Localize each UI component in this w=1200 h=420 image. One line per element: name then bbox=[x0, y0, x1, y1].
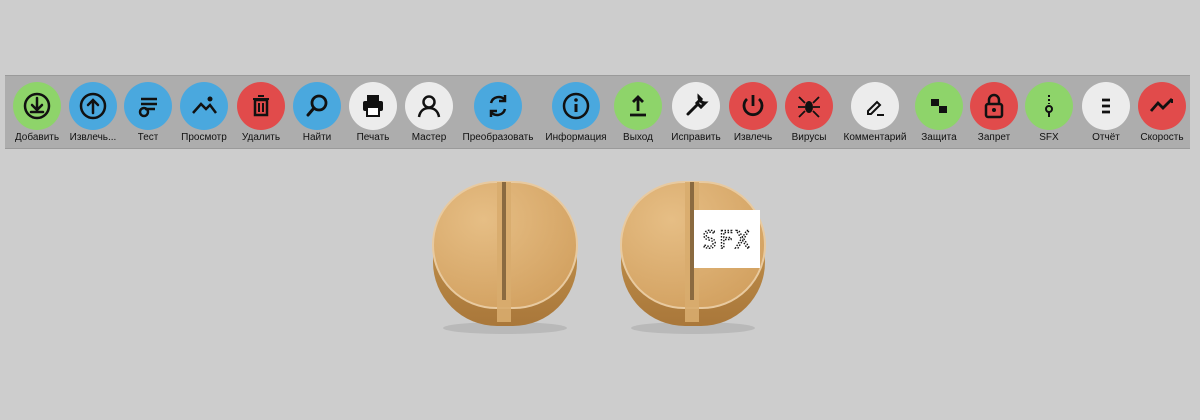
download-icon bbox=[13, 82, 61, 130]
lock-icon bbox=[970, 82, 1018, 130]
toolbar-button-label: Удалить bbox=[241, 132, 281, 143]
report-icon bbox=[1082, 82, 1130, 130]
toolbar-button-label: Выход bbox=[623, 132, 653, 143]
info-icon bbox=[552, 82, 600, 130]
toolbar-button-label: Просмотр bbox=[181, 132, 227, 143]
toolbar-button-label: Вирусы bbox=[791, 132, 827, 143]
pills-illustration: SFX bbox=[430, 178, 775, 334]
toolbar-button-label: Мастер bbox=[411, 132, 447, 143]
convert-icon bbox=[474, 82, 522, 130]
toolbar: Добавить Извлечь... Тест Просмотр Удалить Най… bbox=[5, 75, 1190, 149]
speed-icon bbox=[1138, 82, 1186, 130]
zip-icon bbox=[1025, 82, 1073, 130]
user-icon bbox=[405, 82, 453, 130]
spider-icon bbox=[785, 82, 833, 130]
exit-icon bbox=[614, 82, 662, 130]
toolbar-button-label: Извлечь... bbox=[69, 132, 117, 143]
sfx-sticker: SFX bbox=[694, 210, 760, 268]
power-icon bbox=[729, 82, 777, 130]
test-icon bbox=[124, 82, 172, 130]
toolbar-button-label: Запрет bbox=[977, 132, 1011, 143]
toolbar-button-label: Найти bbox=[302, 132, 332, 143]
sfx-sticker-label: SFX bbox=[702, 226, 751, 254]
toolbar-button-14[interactable]: Вирусы bbox=[772, 82, 846, 148]
upload-icon bbox=[69, 82, 117, 130]
toolbar-button-label: Защита bbox=[921, 132, 957, 143]
toolbar-button-label: Добавить bbox=[14, 132, 60, 143]
toolbar-button-label: Информация bbox=[545, 132, 607, 143]
shield-blocks-icon bbox=[915, 82, 963, 130]
printer-icon bbox=[349, 82, 397, 130]
toolbar-button-label: Комментарий bbox=[843, 132, 907, 143]
toolbar-button-label: Отчёт bbox=[1092, 132, 1120, 143]
pill-sfx-image: SFX bbox=[620, 181, 766, 334]
toolbar-button-9[interactable]: Преобразовать bbox=[461, 82, 535, 148]
toolbar-button-label: Преобразовать bbox=[462, 132, 534, 143]
toolbar-button-label: Извлечь bbox=[733, 132, 773, 143]
toolbar-button-20[interactable]: Скорость bbox=[1125, 82, 1199, 148]
trash-icon bbox=[237, 82, 285, 130]
toolbar-button-label: Печать bbox=[356, 132, 390, 143]
toolbar-button-15[interactable]: Комментарий bbox=[838, 82, 912, 148]
toolbar-button-label: Тест bbox=[137, 132, 159, 143]
image-icon bbox=[180, 82, 228, 130]
toolbar-button-label: SFX bbox=[1039, 132, 1059, 143]
pill-image bbox=[432, 181, 578, 334]
pencil-icon bbox=[851, 82, 899, 130]
toolbar-button-8[interactable]: Мастер bbox=[392, 82, 466, 148]
wrench-icon bbox=[672, 82, 720, 130]
toolbar-button-label: Исправить bbox=[671, 132, 721, 143]
toolbar-button-label: Скорость bbox=[1140, 132, 1184, 143]
search-icon bbox=[293, 82, 341, 130]
